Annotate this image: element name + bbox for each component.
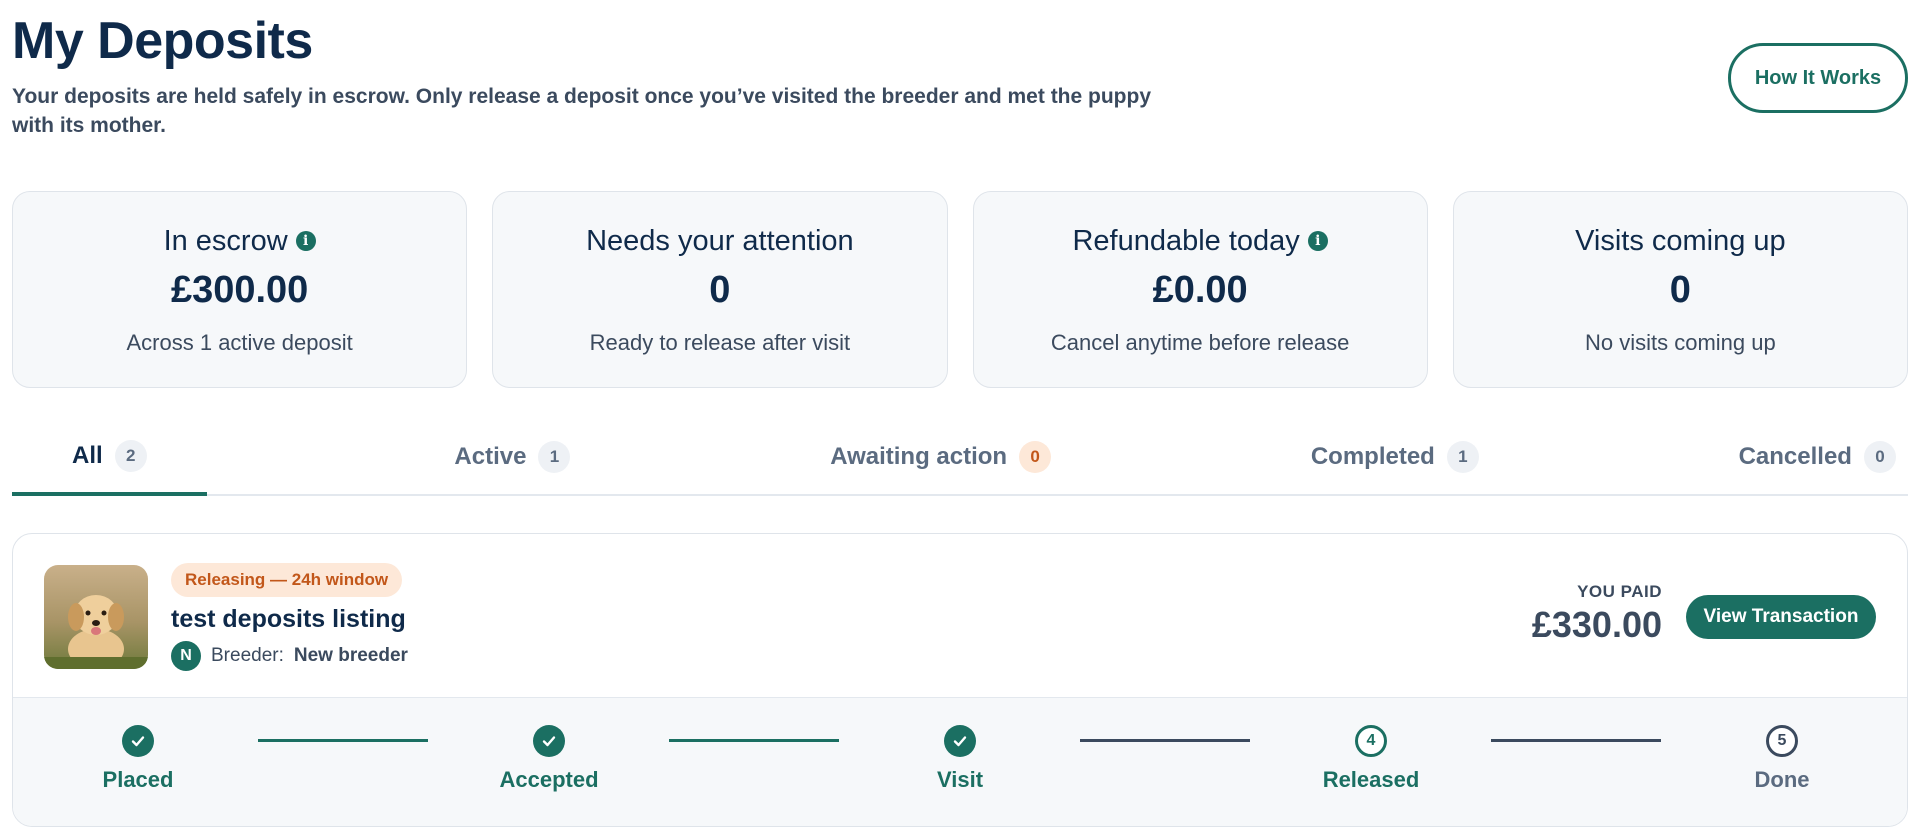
step-visit: Visit	[870, 725, 1050, 793]
step-done: 5 Done	[1692, 725, 1872, 793]
step-label: Placed	[102, 767, 174, 792]
tab-label: Active	[454, 443, 527, 470]
deposit-card: Releasing — 24h window test deposits lis…	[12, 533, 1908, 827]
page-title: My Deposits	[12, 12, 313, 70]
tab-label: Awaiting action	[830, 443, 1008, 470]
stat-value: £300.00	[170, 269, 309, 311]
info-icon[interactable]: i	[1307, 231, 1328, 251]
step-released: 4 Released	[1281, 725, 1461, 793]
check-icon	[122, 725, 154, 757]
tab-count-badge: 0	[1019, 441, 1052, 473]
deposit-summary: Releasing — 24h window test deposits lis…	[13, 534, 1907, 698]
step-number: 5	[1766, 725, 1798, 757]
tab-count-badge: 1	[538, 441, 571, 473]
progress-connector	[1080, 739, 1250, 742]
breeder-label: Breeder:	[211, 645, 284, 666]
stat-note: Cancel anytime before release	[1050, 330, 1350, 355]
deposit-tabs: All 2 Active 1 Awaiting action 0 Complet…	[12, 420, 1908, 496]
stat-card-refundable: Refundable today i £0.00 Cancel anytime …	[972, 191, 1428, 388]
paid-amount: £330.00	[1531, 604, 1662, 645]
step-number: 4	[1355, 725, 1387, 757]
how-it-works-button[interactable]: How It Works	[1728, 43, 1908, 113]
stat-value: £0.00	[1152, 269, 1248, 311]
paid-block: YOU PAID £330.00	[1532, 582, 1662, 646]
step-placed: Placed	[48, 725, 228, 793]
tab-completed[interactable]: Completed 1	[1299, 420, 1491, 494]
stat-value: 0	[1669, 269, 1691, 311]
status-badge: Releasing — 24h window	[171, 563, 403, 597]
stat-note: Ready to release after visit	[589, 330, 851, 355]
breeder-info: N Breeder: New breeder	[171, 641, 408, 671]
stat-value: 0	[709, 269, 731, 311]
tab-active[interactable]: Active 1	[442, 420, 582, 494]
view-transaction-button[interactable]: View Transaction	[1686, 595, 1876, 639]
stat-label-text: Needs your attention	[586, 225, 854, 257]
paid-label: YOU PAID	[1577, 582, 1662, 601]
tab-label: Cancelled	[1738, 443, 1852, 470]
tab-count-badge: 1	[1446, 441, 1479, 473]
page-header: My Deposits Your deposits are held safel…	[12, 10, 1162, 140]
stat-card-in-escrow: In escrow i £300.00 Across 1 active depo…	[12, 191, 468, 388]
info-icon[interactable]: i	[295, 231, 316, 251]
stat-label-text: Refundable today	[1072, 225, 1300, 257]
listing-title[interactable]: test deposits listing	[171, 602, 406, 636]
stat-note: Across 1 active deposit	[126, 330, 353, 355]
stat-label: In escrow i	[164, 224, 316, 258]
stat-label-text: In escrow	[163, 225, 288, 257]
tab-cancelled[interactable]: Cancelled 0	[1727, 420, 1908, 494]
stat-label: Refundable today i	[1072, 224, 1328, 258]
breeder-name[interactable]: New breeder	[294, 645, 408, 667]
stat-note: No visits coming up	[1585, 330, 1776, 355]
tab-count-badge: 0	[1863, 441, 1896, 473]
stat-label: Visits coming up	[1575, 224, 1786, 258]
step-accepted: Accepted	[459, 725, 639, 793]
tab-count-badge: 2	[114, 440, 147, 472]
progress-connector	[1491, 739, 1661, 742]
progress-connector	[258, 739, 428, 742]
check-icon	[944, 725, 976, 757]
puppy-thumbnail[interactable]	[44, 565, 148, 669]
tab-awaiting-action[interactable]: Awaiting action 0	[818, 420, 1063, 494]
progress-connector	[669, 739, 839, 742]
stats-row: In escrow i £300.00 Across 1 active depo…	[12, 191, 1908, 388]
stat-label-text: Visits coming up	[1575, 225, 1786, 257]
tab-label: All	[72, 442, 103, 469]
stat-card-needs-attention: Needs your attention 0 Ready to release …	[492, 191, 948, 388]
tab-all[interactable]: All 2	[12, 420, 207, 496]
check-icon	[533, 725, 565, 757]
step-label: Released	[1322, 767, 1420, 792]
step-label: Visit	[936, 767, 984, 792]
step-label: Done	[1754, 767, 1810, 792]
stat-label: Needs your attention	[586, 224, 854, 258]
tab-label: Completed	[1310, 443, 1435, 470]
stat-card-visits: Visits coming up 0 No visits coming up	[1452, 191, 1908, 388]
breeder-avatar: N	[171, 641, 201, 671]
page-subtitle: Your deposits are held safely in escrow.…	[12, 85, 1152, 137]
deposit-progress: Placed Accepted Visit 4 Released 5 Done	[13, 698, 1907, 826]
step-label: Accepted	[499, 767, 599, 792]
